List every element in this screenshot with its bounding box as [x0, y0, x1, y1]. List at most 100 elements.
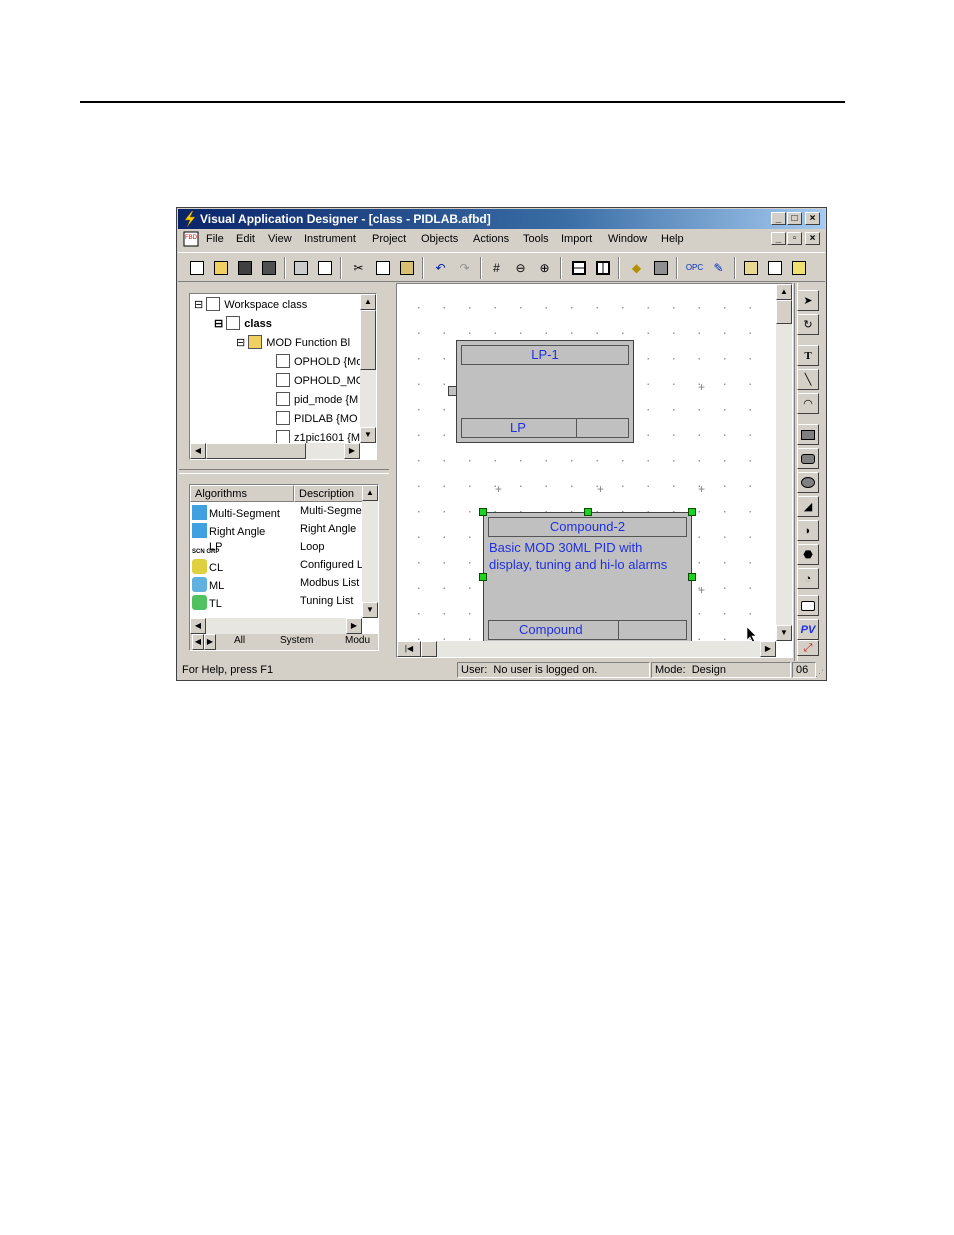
workspace-tree[interactable]: ⊟ Workspace class ⊟ class ⊟ MOD Function…	[189, 293, 377, 460]
split-horizontal-icon[interactable]	[568, 257, 589, 278]
scroll-thumb[interactable]	[206, 443, 306, 459]
open-icon[interactable]	[210, 257, 231, 278]
algorithms-list[interactable]: Algorithms Description Multi-Segment Mul…	[189, 484, 379, 651]
list-item[interactable]: CL	[192, 559, 223, 574]
scroll-up-arrow-icon[interactable]: ▲	[362, 485, 378, 501]
algorithms-column-header[interactable]: Algorithms	[190, 485, 294, 502]
scroll-left-arrow-icon[interactable]: |◀	[397, 641, 421, 657]
redo-icon[interactable]: ↷	[454, 257, 475, 278]
function-block-lp-1[interactable]: LP-1 LP	[456, 340, 634, 443]
menu-view[interactable]: View	[268, 233, 292, 245]
minimize-button[interactable]: _	[771, 212, 786, 225]
menu-window[interactable]: Window	[608, 233, 647, 245]
selection-handle[interactable]	[688, 508, 696, 516]
description-column-header[interactable]: Description	[294, 485, 364, 502]
maximize-button[interactable]: □	[787, 212, 802, 225]
tree-item-pidlab[interactable]: PIDLAB {MO	[276, 411, 358, 425]
tree-item-z1pic1601[interactable]: z1pic1601 {M	[276, 430, 360, 444]
mdi-close-button[interactable]: ×	[805, 232, 820, 245]
algorithms-vertical-scrollbar[interactable]: ▲ ▼	[362, 485, 378, 618]
scroll-left-arrow-icon[interactable]: ◀	[190, 443, 206, 459]
compound-block[interactable]: Compound-2 Basic MOD 30ML PID with displ…	[483, 512, 692, 647]
pv-tool-icon[interactable]: PV	[797, 619, 819, 640]
tree-item-workspace[interactable]: ⊟ Workspace class	[194, 297, 307, 311]
selection-handle[interactable]	[479, 573, 487, 581]
canvas-horizontal-scrollbar[interactable]: |◀ ▶	[397, 641, 776, 657]
tree-item-mod-function-blocks[interactable]: ⊟ MOD Function Bl	[236, 335, 350, 349]
scroll-thumb[interactable]	[421, 641, 437, 657]
print-preview-icon[interactable]	[314, 257, 335, 278]
list-item[interactable]: ML	[192, 577, 224, 592]
selection-handle[interactable]	[688, 573, 696, 581]
polygon-tool-icon[interactable]: ◢	[797, 496, 819, 517]
menu-objects[interactable]: Objects	[421, 233, 458, 245]
split-vertical-icon[interactable]	[592, 257, 613, 278]
menu-import[interactable]: Import	[561, 233, 592, 245]
menu-file[interactable]: File	[206, 233, 224, 245]
list-item[interactable]: TL	[192, 595, 222, 610]
size-grip-icon[interactable]: ⋰	[815, 668, 824, 679]
tag-icon[interactable]: ◆	[626, 257, 647, 278]
menu-actions[interactable]: Actions	[473, 233, 509, 245]
canvas-vertical-scrollbar[interactable]: ▲ ▼	[776, 284, 792, 641]
rotate-icon[interactable]: ↻	[797, 314, 819, 335]
select-pointer-icon[interactable]: ➤	[797, 290, 819, 311]
pane-splitter[interactable]	[179, 469, 389, 474]
menu-tools[interactable]: Tools	[523, 233, 549, 245]
document-icon[interactable]: FBD	[183, 231, 199, 247]
window-1-icon[interactable]	[740, 257, 761, 278]
text-tool-icon[interactable]: T	[797, 345, 819, 366]
list-item[interactable]: Right Angle	[192, 523, 265, 538]
tab-scroll-left-icon[interactable]: ◀	[192, 634, 204, 650]
scroll-thumb[interactable]	[776, 300, 792, 324]
chord-tool-icon[interactable]: ⬣	[797, 544, 819, 565]
mdi-minimize-button[interactable]: _	[771, 232, 786, 245]
tree-item-ophold-mo[interactable]: OPHOLD_MO	[276, 373, 364, 387]
button-tool-icon[interactable]	[797, 595, 819, 616]
scroll-right-arrow-icon[interactable]: ▶	[346, 618, 362, 634]
save-icon[interactable]	[234, 257, 255, 278]
tab-system[interactable]: System	[280, 635, 313, 646]
scroll-right-arrow-icon[interactable]: ▶	[760, 641, 776, 657]
opc-icon[interactable]: OPC	[684, 257, 705, 278]
save-all-icon[interactable]	[258, 257, 279, 278]
rectangle-tool-icon[interactable]	[797, 424, 819, 445]
menu-help[interactable]: Help	[661, 233, 684, 245]
tab-all[interactable]: All	[234, 635, 245, 646]
copy-icon[interactable]	[372, 257, 393, 278]
close-button[interactable]: ×	[805, 212, 820, 225]
pie-tool-icon[interactable]: ◗	[797, 520, 819, 541]
menu-project[interactable]: Project	[372, 233, 406, 245]
cut-icon[interactable]: ✂	[348, 257, 369, 278]
tree-vertical-scrollbar[interactable]: ▲ ▼	[360, 294, 376, 443]
scroll-up-arrow-icon[interactable]: ▲	[776, 284, 792, 300]
print-icon[interactable]	[290, 257, 311, 278]
tree-horizontal-scrollbar[interactable]: ◀ ▶	[190, 443, 360, 459]
scroll-down-arrow-icon[interactable]: ▼	[360, 427, 376, 443]
object-icon[interactable]	[650, 257, 671, 278]
diagram-canvas[interactable]: + + + + + LP-1 LP Compound-2 Basic MOD 3…	[398, 285, 774, 647]
scroll-left-arrow-icon[interactable]: ◀	[190, 618, 206, 634]
scroll-up-arrow-icon[interactable]: ▲	[360, 294, 376, 310]
tree-item-class[interactable]: ⊟ class	[214, 316, 272, 330]
paste-icon[interactable]	[396, 257, 417, 278]
scroll-right-arrow-icon[interactable]: ▶	[344, 443, 360, 459]
tree-item-pid-mode[interactable]: pid_mode {M	[276, 392, 358, 406]
segment-tool-icon[interactable]: ◔	[797, 568, 819, 589]
mdi-restore-button[interactable]: ▫	[787, 232, 802, 245]
scroll-down-arrow-icon[interactable]: ▼	[362, 602, 378, 618]
list-item[interactable]: Multi-Segment	[192, 505, 280, 520]
menu-instrument[interactable]: Instrument	[304, 233, 356, 245]
trend-tool-icon[interactable]: ⤢	[797, 640, 819, 656]
algorithms-horizontal-scrollbar[interactable]: ◀ ▶	[190, 618, 362, 634]
window-3-icon[interactable]	[788, 257, 809, 278]
selection-handle[interactable]	[479, 508, 487, 516]
arc-tool-icon[interactable]: ◠	[797, 393, 819, 414]
zoom-out-icon[interactable]: ⊖	[510, 257, 531, 278]
grid-icon[interactable]: #	[486, 257, 507, 278]
tab-modules[interactable]: Modu	[345, 635, 370, 646]
scroll-thumb[interactable]	[360, 310, 376, 370]
zoom-in-icon[interactable]: ⊕	[534, 257, 555, 278]
rounded-rectangle-tool-icon[interactable]	[797, 448, 819, 469]
window-2-icon[interactable]	[764, 257, 785, 278]
